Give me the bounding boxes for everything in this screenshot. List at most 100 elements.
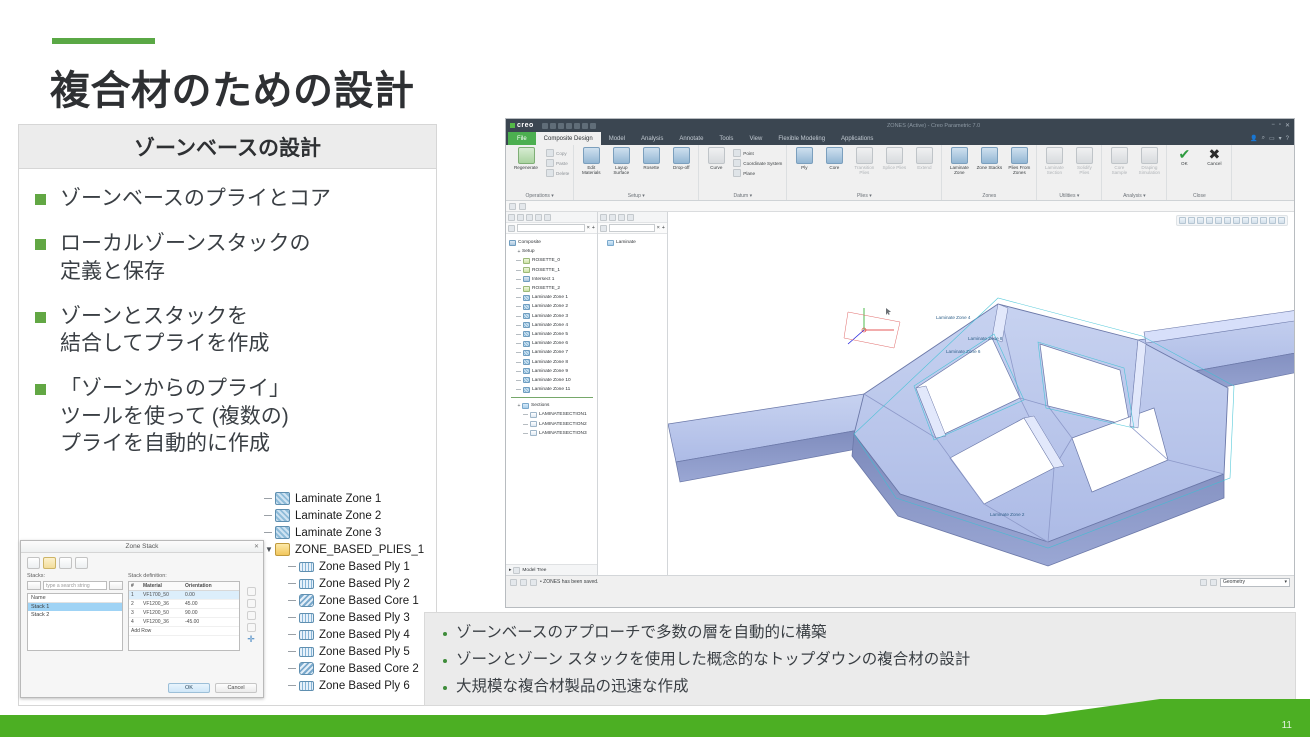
layup-search-icon[interactable]: [627, 213, 634, 221]
tree-row[interactable]: Laminate Zone 4: [509, 321, 595, 330]
selection-mode-icon[interactable]: [1210, 578, 1217, 586]
tree-row[interactable]: Laminate Zone 10: [509, 376, 595, 385]
save-icon[interactable]: [549, 122, 556, 129]
tree-row[interactable]: ROSETTE_2: [509, 284, 595, 293]
ribbon-right-controls[interactable]: 👤 ⌕ ▭ ▾?: [1250, 132, 1294, 145]
add-icon[interactable]: ✛: [247, 635, 255, 644]
tree-row[interactable]: Laminate Zone 2: [262, 507, 440, 524]
chevron-down-icon[interactable]: ▾: [1279, 135, 1282, 142]
tree-row[interactable]: Laminate Zone 1: [509, 293, 595, 302]
tab-applications[interactable]: Applications: [833, 132, 881, 145]
layup-tree-toolbar[interactable]: [598, 212, 667, 223]
tree-row[interactable]: Laminate Zone 5: [509, 330, 595, 339]
coordinate-system-button[interactable]: Coordinate System: [733, 159, 782, 167]
tree-row[interactable]: Intersect 1: [509, 275, 595, 284]
table-row[interactable]: 2 VF1200_36 45.00: [129, 600, 239, 609]
tree-row[interactable]: LAMINATESECTION2: [509, 420, 595, 429]
regenerate-icon[interactable]: [573, 122, 580, 129]
tree-row[interactable]: Zone Based Ply 4: [262, 626, 440, 643]
cancel-button[interactable]: ✖ Cancel: [1201, 147, 1227, 166]
laminate-zone-button[interactable]: Laminate Zone: [946, 147, 972, 176]
close-icon[interactable]: ✕: [254, 543, 259, 550]
window-icon[interactable]: ▭: [1269, 135, 1275, 142]
save-as-icon[interactable]: [75, 557, 88, 569]
table-row[interactable]: 4 VF1200_36 -45.00: [129, 618, 239, 627]
layup-settings-icon[interactable]: [600, 213, 607, 221]
search-icon[interactable]: [1200, 578, 1207, 586]
search-options-dropdown[interactable]: [109, 581, 123, 590]
tree-row[interactable]: + Sections: [509, 401, 595, 410]
zone-stacks-button[interactable]: Zone Stacks: [976, 147, 1002, 170]
ribbon-subbar[interactable]: [506, 201, 1294, 212]
move-up-icon[interactable]: [246, 587, 256, 596]
tree-row[interactable]: LAMINATESECTION1: [509, 410, 595, 419]
tree-row[interactable]: ROSETTE_0: [509, 256, 595, 265]
tree-row[interactable]: Laminate Zone 7: [509, 348, 595, 357]
tree-display-icon[interactable]: [517, 213, 524, 221]
expand-icon[interactable]: ▸: [509, 568, 511, 573]
ribbon-tabbar[interactable]: File Composite Design Model Analysis Annotat…: [506, 132, 1294, 145]
tree-row[interactable]: Laminate Zone 1: [262, 490, 440, 507]
filter-type-dropdown[interactable]: [27, 581, 41, 590]
tab-view[interactable]: View: [741, 132, 770, 145]
stack-definition-table[interactable]: # Material Orientation 1 VF1700_50 0.00 2 VF120…: [128, 581, 240, 651]
paste-button[interactable]: Paste: [546, 159, 569, 167]
zone-stack-dialog[interactable]: Zone Stack ✕ Stacks: type a search strin…: [20, 540, 264, 698]
search-icon[interactable]: ⌕: [1262, 135, 1265, 142]
tree-row[interactable]: Laminate Zone 2: [509, 302, 595, 311]
tree-row[interactable]: Zone Based Core 2: [262, 660, 440, 677]
tree-row[interactable]: Laminate Zone 3: [262, 524, 440, 541]
regenerate-button[interactable]: Regenerate: [510, 147, 542, 170]
user-icon[interactable]: 👤: [1250, 135, 1257, 142]
tab-model[interactable]: Model: [601, 132, 633, 145]
curve-button[interactable]: Curve: [703, 147, 729, 170]
add-icon[interactable]: +: [662, 225, 665, 231]
layup-surface-button[interactable]: Layup Surface: [608, 147, 634, 176]
clear-icon[interactable]: ×: [587, 225, 590, 231]
copy-button[interactable]: Copy: [546, 149, 569, 157]
tree-filter-icon[interactable]: [535, 213, 542, 221]
tree-row[interactable]: + Setup: [509, 247, 595, 256]
tab-annotate[interactable]: Annotate: [671, 132, 711, 145]
tree-search-icon[interactable]: [544, 213, 551, 221]
status-note-icon[interactable]: [530, 578, 537, 586]
tree-row[interactable]: Laminate Zone 11: [509, 385, 595, 394]
funnel-icon[interactable]: [508, 224, 515, 232]
help-icon[interactable]: ?: [1286, 136, 1289, 142]
ribbon[interactable]: Regenerate Copy Paste Delete Operations ▾ Edi…: [506, 145, 1294, 201]
tree-row[interactable]: Zone Based Core 1: [262, 592, 440, 609]
status-selection-icon[interactable]: [510, 578, 517, 586]
composite-frame-3d-model[interactable]: [668, 212, 1294, 575]
tree-row[interactable]: Zone Based Ply 2: [262, 575, 440, 592]
remove-icon[interactable]: [246, 623, 256, 632]
status-filter-icon[interactable]: [520, 578, 527, 586]
move-down-icon[interactable]: [246, 599, 256, 608]
tree-row[interactable]: Composite: [509, 238, 595, 247]
layup-tree-pane[interactable]: × + Laminate: [598, 212, 668, 575]
tab-composite-design[interactable]: Composite Design: [535, 132, 601, 145]
layup-columns-icon[interactable]: [618, 213, 625, 221]
tree-row[interactable]: Laminate Zone 3: [509, 312, 595, 321]
tree-caret[interactable]: ▼: [264, 545, 274, 554]
close-window-icon[interactable]: [589, 122, 596, 129]
window-icon[interactable]: [581, 122, 588, 129]
tree-settings-icon[interactable]: [508, 213, 515, 221]
list-item[interactable]: Stack 2: [28, 611, 122, 619]
clear-icon[interactable]: ×: [657, 225, 660, 231]
tab-tools[interactable]: Tools: [711, 132, 741, 145]
list-item[interactable]: Stack 1: [28, 603, 122, 611]
tab-flexible-modeling[interactable]: Flexible Modeling: [770, 132, 833, 145]
minimize-icon[interactable]: −: [1271, 122, 1275, 129]
tree-row[interactable]: Laminate Zone 9: [509, 367, 595, 376]
tab-file[interactable]: File: [508, 132, 536, 145]
zone-based-plies-tree[interactable]: Laminate Zone 1 Laminate Zone 2 Laminate Z…: [262, 490, 440, 698]
tree-row[interactable]: Laminate Zone 8: [509, 357, 595, 366]
model-tree-filter-row[interactable]: × +: [506, 223, 597, 234]
tree-row[interactable]: LAMINATESECTION3: [509, 429, 595, 438]
save-icon[interactable]: [59, 557, 72, 569]
tab-analysis[interactable]: Analysis: [633, 132, 671, 145]
folder-icon[interactable]: [519, 202, 526, 210]
ply-button[interactable]: Ply: [791, 147, 817, 170]
layup-display-icon[interactable]: [609, 213, 616, 221]
plies-from-zones-button[interactable]: Plies From Zones: [1006, 147, 1032, 176]
